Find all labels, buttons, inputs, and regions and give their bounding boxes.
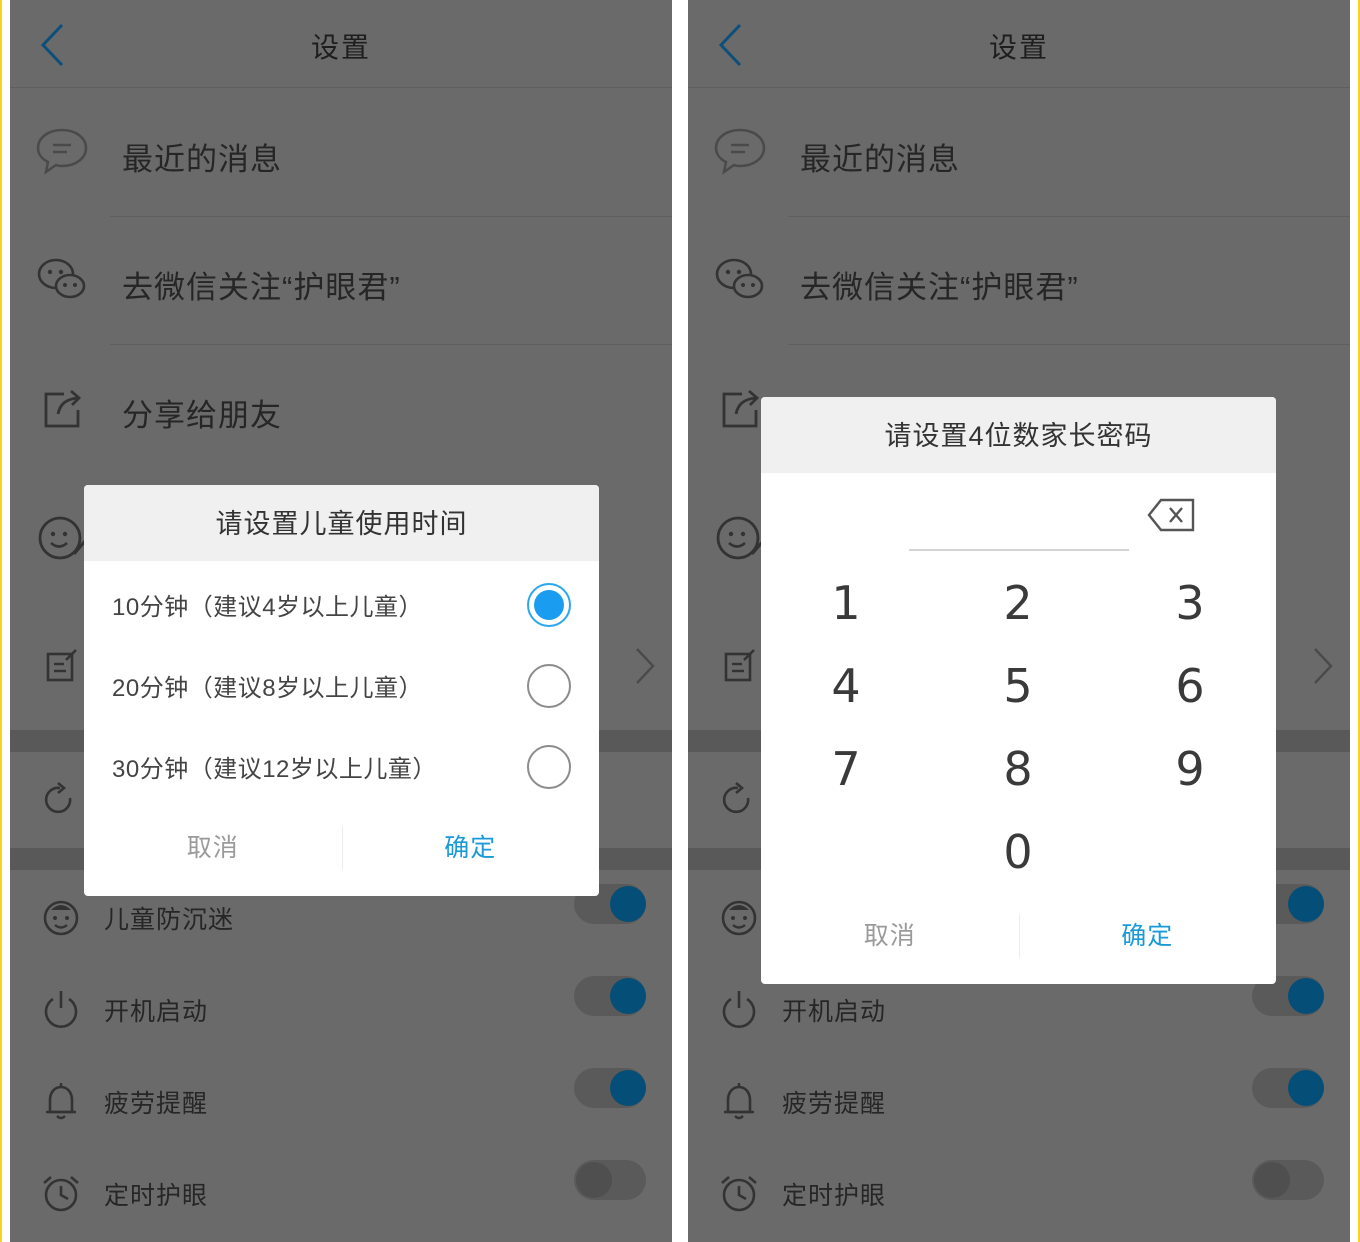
menu-item-follow-wechat[interactable]: 去微信关注“护眼君” [10, 216, 672, 344]
toggle-knob [1288, 978, 1324, 1014]
menu-item-recent-messages[interactable]: 最近的消息 [10, 88, 672, 216]
edit-icon [42, 646, 82, 686]
right-edge [1350, 0, 1358, 1242]
setting-label: 疲劳提醒 [782, 1090, 887, 1118]
pin-input[interactable] [909, 549, 1129, 551]
bell-icon [718, 1080, 760, 1122]
time-option-30min[interactable]: 30分钟（建议12岁以上儿童） [84, 727, 599, 808]
confirm-button[interactable]: 确定 [1019, 900, 1277, 972]
keypad-key-4[interactable]: 4 [786, 650, 906, 722]
menu-item-label: 最近的消息 [122, 142, 282, 177]
dialog-title: 请设置4位数家长密码 [761, 397, 1276, 473]
alarm-clock-icon [718, 1172, 760, 1214]
share-icon [34, 382, 90, 438]
toggle-knob [576, 1162, 612, 1198]
backspace-icon[interactable] [1147, 497, 1197, 533]
setting-timed-eye-care: 定时护眼 [10, 1148, 672, 1240]
header: 设置 [10, 0, 672, 88]
setting-label: 定时护眼 [782, 1182, 887, 1210]
chevron-right-icon[interactable] [1312, 646, 1334, 686]
setting-fatigue-reminder: 疲劳提醒 [688, 1056, 1350, 1148]
toggle-switch[interactable] [1252, 1160, 1324, 1200]
left-screen: 设置 最近的消息 去微信关注“护眼君” 分享给朋友 儿童防沉迷 开机启动 疲劳提… [10, 0, 672, 1242]
toggle-knob [610, 1070, 646, 1106]
chat-bubble-icon [712, 122, 768, 178]
header: 设置 [688, 0, 1350, 88]
time-option-10min[interactable]: 10分钟（建议4岁以上儿童） [84, 565, 599, 646]
radio-selected[interactable] [527, 583, 571, 627]
left-edge [2, 0, 10, 1242]
cancel-button[interactable]: 取消 [761, 900, 1019, 972]
toggle-knob [1254, 1162, 1290, 1198]
setting-label: 定时护眼 [104, 1182, 209, 1210]
page-title: 设置 [310, 32, 371, 63]
share-icon [712, 382, 768, 438]
refresh-icon [40, 780, 80, 820]
toggle-knob [1288, 886, 1324, 922]
keypad-key-0[interactable]: 0 [958, 816, 1078, 888]
option-label: 30分钟（建议12岁以上儿童） [112, 756, 437, 783]
keypad-key-6[interactable]: 6 [1130, 650, 1250, 722]
keypad-key-9[interactable]: 9 [1130, 733, 1250, 805]
setting-label: 开机启动 [104, 998, 209, 1026]
toggle-knob [610, 978, 646, 1014]
power-icon [718, 988, 760, 1030]
alarm-clock-icon [40, 1172, 82, 1214]
menu-item-share[interactable]: 分享给朋友 [10, 344, 672, 472]
child-time-dialog: 请设置儿童使用时间 10分钟（建议4岁以上儿童） 20分钟（建议8岁以上儿童） … [84, 485, 599, 896]
confirm-button[interactable]: 确定 [342, 812, 600, 884]
wechat-icon [34, 252, 90, 308]
menu-item-label: 去微信关注“护眼君” [800, 270, 1079, 305]
keypad-key-2[interactable]: 2 [958, 567, 1078, 639]
keypad-key-7[interactable]: 7 [786, 733, 906, 805]
toggle-switch[interactable] [574, 1160, 646, 1200]
dialog-buttons: 取消 确定 [761, 900, 1276, 972]
keypad-key-1[interactable]: 1 [786, 567, 906, 639]
refresh-icon [718, 780, 758, 820]
menu-item-recent-messages[interactable]: 最近的消息 [688, 88, 1350, 216]
right-screen: 设置 最近的消息 去微信关注“护眼君” 开机启动 疲劳提醒 定时护眼 请设置4位… [688, 0, 1350, 1242]
menu-item-label: 去微信关注“护眼君” [122, 270, 401, 305]
setting-label: 开机启动 [782, 998, 887, 1026]
keypad-key-3[interactable]: 3 [1130, 567, 1250, 639]
toggle-switch[interactable] [574, 1068, 646, 1108]
page-title: 设置 [988, 32, 1049, 63]
edit-icon [720, 646, 760, 686]
chat-bubble-icon [34, 122, 90, 178]
divider [788, 344, 1350, 345]
dialog-buttons: 取消 确定 [84, 812, 599, 884]
chevron-right-icon[interactable] [634, 646, 656, 686]
option-label: 20分钟（建议8岁以上儿童） [112, 675, 424, 702]
keypad-key-8[interactable]: 8 [958, 733, 1078, 805]
toggle-knob [1288, 1070, 1324, 1106]
menu-item-follow-wechat[interactable]: 去微信关注“护眼君” [688, 216, 1350, 344]
toggle-switch[interactable] [574, 976, 646, 1016]
setting-label: 疲劳提醒 [104, 1090, 209, 1118]
dialog-title: 请设置儿童使用时间 [84, 485, 599, 561]
menu-item-label: 最近的消息 [800, 142, 960, 177]
toggle-switch[interactable] [1252, 1068, 1324, 1108]
setting-label: 儿童防沉迷 [104, 906, 235, 934]
radio-unselected[interactable] [527, 664, 571, 708]
radio-unselected[interactable] [527, 745, 571, 789]
setting-timed-eye-care: 定时护眼 [688, 1148, 1350, 1240]
option-label: 10分钟（建议4岁以上儿童） [112, 594, 424, 621]
wechat-icon [712, 252, 768, 308]
child-face-icon [40, 896, 82, 938]
setting-fatigue-reminder: 疲劳提醒 [10, 1056, 672, 1148]
power-icon [40, 988, 82, 1030]
bell-icon [40, 1080, 82, 1122]
smiley-edit-icon [34, 510, 90, 566]
smiley-edit-icon [712, 510, 768, 566]
keypad-key-5[interactable]: 5 [958, 650, 1078, 722]
child-face-icon [718, 896, 760, 938]
screen-separator [672, 0, 688, 1242]
cancel-button[interactable]: 取消 [84, 812, 342, 884]
parent-pin-dialog: 请设置4位数家长密码 1 2 3 4 5 6 7 8 9 0 取消 确定 [761, 397, 1276, 984]
menu-item-label: 分享给朋友 [122, 398, 282, 433]
setting-startup: 开机启动 [10, 964, 672, 1056]
toggle-knob [610, 886, 646, 922]
time-option-20min[interactable]: 20分钟（建议8岁以上儿童） [84, 646, 599, 727]
